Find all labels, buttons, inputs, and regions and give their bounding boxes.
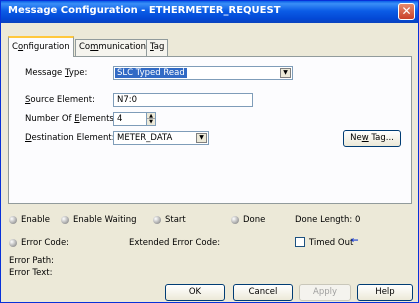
tab-label: nfiguration <box>23 42 70 52</box>
extended-error-code-label: Extended Error Code: <box>129 238 221 248</box>
timed-out-checkbox[interactable] <box>295 237 305 247</box>
number-of-elements-spinner[interactable]: ▲ ▼ <box>146 112 156 126</box>
label-text: ource Element: <box>30 95 95 105</box>
tab-configuration[interactable]: Configuration <box>8 36 74 57</box>
destination-element-select[interactable]: METER_DATA ▼ <box>113 131 209 145</box>
apply-button[interactable]: Apply <box>299 284 351 301</box>
chevron-down-icon[interactable]: ▼ <box>196 133 207 143</box>
button-text: Ne <box>350 133 362 143</box>
done-label: Done <box>243 215 266 225</box>
message-type-select[interactable]: SLC Typed Read ▼ <box>113 66 293 80</box>
start-indicator-icon <box>153 216 161 224</box>
number-of-elements-label: Number Of Elements: <box>25 114 117 124</box>
source-element-input[interactable]: N7:0 <box>113 93 253 107</box>
label-text: estination Element: <box>31 133 115 143</box>
destination-element-value: METER_DATA <box>117 133 173 143</box>
error-indicator-icon <box>9 239 17 247</box>
error-text-label: Error Text: <box>9 268 53 278</box>
error-code-label: Error Code: <box>21 238 70 248</box>
spin-down-icon[interactable]: ▼ <box>147 119 155 125</box>
close-button[interactable]: ✕ <box>398 3 415 20</box>
done-length-label: Done Length: 0 <box>295 215 361 225</box>
new-tag-button[interactable]: New Tag... <box>343 130 401 147</box>
enable-waiting-label: Enable Waiting <box>73 215 137 225</box>
button-text: Tag... <box>368 133 394 143</box>
source-element-label: Source Element: <box>25 95 95 105</box>
close-icon: ✕ <box>401 4 412 18</box>
cancel-button[interactable]: Cancel <box>233 284 293 301</box>
tab-tag[interactable]: Tag <box>146 39 169 56</box>
message-configuration-dialog: Message Configuration - ETHERMETER_REQUE… <box>0 0 419 303</box>
timed-out-label: Timed Out <box>309 238 354 248</box>
arrow-left-icon: ← <box>351 236 359 246</box>
destination-element-label: Destination Element: <box>25 133 115 143</box>
tab-label: munication <box>98 42 147 52</box>
label-text: Message <box>25 68 65 78</box>
help-button[interactable]: Help <box>357 284 413 301</box>
label-text: Number Of <box>25 114 75 124</box>
window-title: Message Configuration - ETHERMETER_REQUE… <box>8 5 281 16</box>
tab-label: Co <box>79 42 91 52</box>
done-indicator-icon <box>231 216 239 224</box>
title-bar[interactable]: Message Configuration - ETHERMETER_REQUE… <box>1 1 418 23</box>
enable-indicator-icon <box>9 216 17 224</box>
start-label: Start <box>165 215 186 225</box>
label-text: lements: <box>79 114 117 124</box>
label-text: ype: <box>68 68 88 78</box>
tab-label: ag <box>153 42 165 52</box>
number-of-elements-input[interactable]: 4 <box>113 112 147 126</box>
error-path-label: Error Path: <box>9 256 54 266</box>
button-accel: w <box>361 133 369 143</box>
enable-waiting-indicator-icon <box>61 216 69 224</box>
tab-communication[interactable]: Communication <box>75 39 151 56</box>
enable-label: Enable <box>21 215 50 225</box>
ok-button[interactable]: OK <box>165 284 225 301</box>
message-type-value: SLC Typed Read <box>115 68 187 78</box>
message-type-label: Message Type: <box>25 68 87 78</box>
chevron-down-icon[interactable]: ▼ <box>280 68 291 78</box>
configuration-panel: Message Type: SLC Typed Read ▼ Source El… <box>8 56 412 204</box>
